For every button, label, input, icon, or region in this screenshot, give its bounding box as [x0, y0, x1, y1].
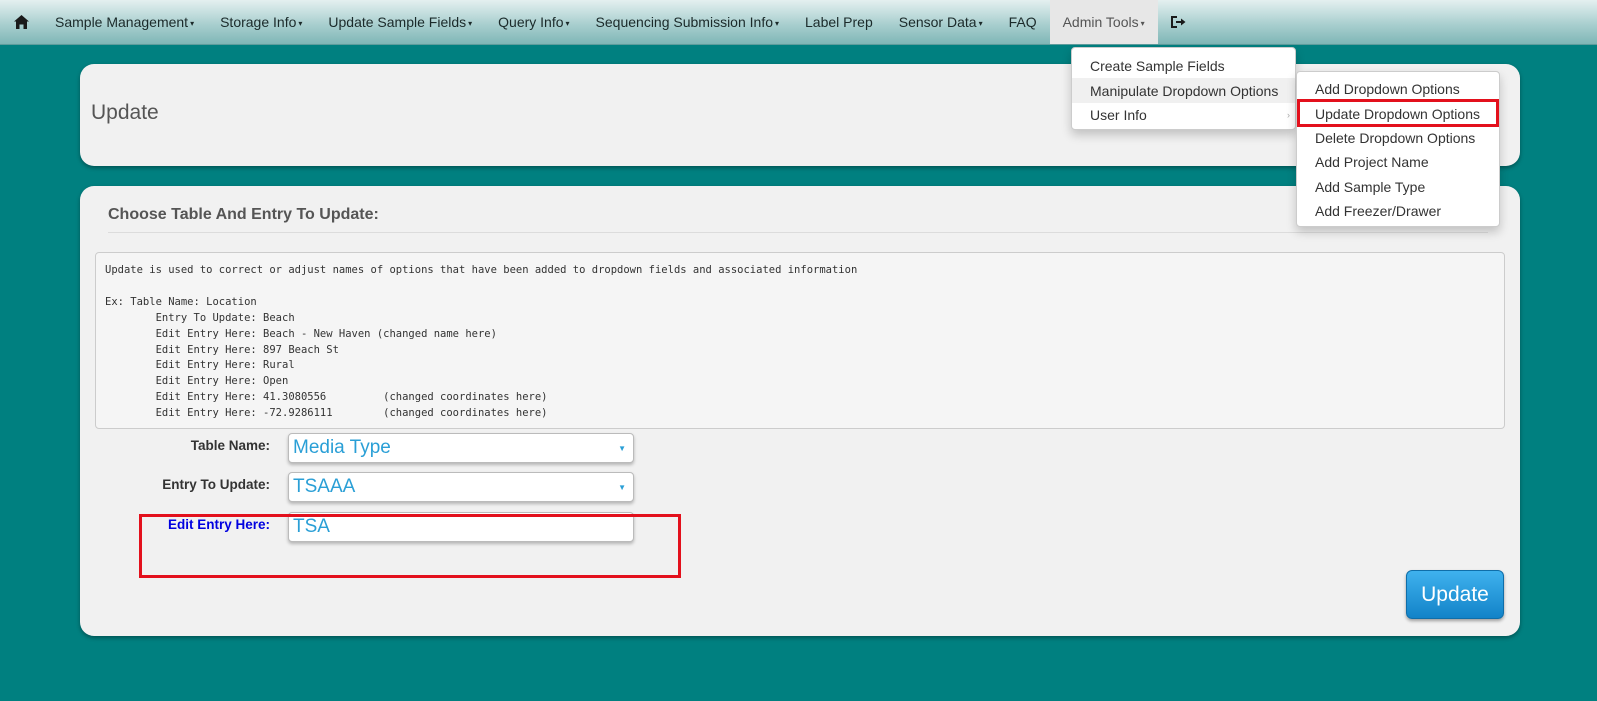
- nav-label: Sample Management: [55, 14, 189, 30]
- menu-item-label: User Info: [1090, 106, 1147, 123]
- menu-item-add-sample-type[interactable]: Add Sample Type: [1297, 175, 1499, 199]
- update-button[interactable]: Update: [1406, 570, 1504, 619]
- nav-label: Admin Tools: [1062, 14, 1139, 30]
- nav-label: Query Info: [498, 14, 564, 30]
- table-name-label: Table Name:: [190, 438, 270, 453]
- nav-sensor-data[interactable]: Sensor Data ▾: [886, 0, 996, 44]
- nav-label: Update Sample Fields: [328, 14, 467, 30]
- nav-update-sample-fields[interactable]: Update Sample Fields ▾: [315, 0, 485, 44]
- nav-sequencing-submission-info[interactable]: Sequencing Submission Info ▾: [583, 0, 792, 44]
- highlight-box-edit-entry: [139, 514, 681, 578]
- highlight-box-update-dropdown-options: [1297, 99, 1499, 127]
- home-icon[interactable]: [0, 0, 42, 44]
- admin-tools-menu: Create Sample Fields Manipulate Dropdown…: [1071, 47, 1296, 130]
- section-title: Choose Table And Entry To Update:: [108, 206, 1488, 233]
- menu-item-user-info[interactable]: User Info ›: [1072, 103, 1295, 127]
- nav-sample-management[interactable]: Sample Management ▾: [42, 0, 207, 44]
- caret-down-icon: ▾: [190, 18, 195, 28]
- select-arrow-icon: ▼: [618, 444, 626, 453]
- nav-label: Sequencing Submission Info: [595, 14, 773, 30]
- logout-icon[interactable]: [1158, 0, 1198, 44]
- page-title: Update: [91, 101, 159, 124]
- menu-item-create-sample-fields[interactable]: Create Sample Fields: [1072, 54, 1295, 78]
- menu-item-add-project-name[interactable]: Add Project Name: [1297, 150, 1499, 174]
- caret-down-icon: ▾: [298, 18, 303, 28]
- navbar: Sample Management ▾ Storage Info ▾ Update …: [0, 0, 1597, 45]
- nav-storage-info[interactable]: Storage Info ▾: [207, 0, 315, 44]
- table-name-select[interactable]: Media Type ▼: [288, 433, 634, 463]
- nav-label: Storage Info: [220, 14, 297, 30]
- caret-down-icon: ▾: [565, 18, 570, 28]
- select-arrow-icon: ▼: [618, 483, 626, 492]
- nav-admin-tools[interactable]: Admin Tools ▾: [1049, 0, 1158, 44]
- caret-down-icon: ▾: [775, 18, 780, 28]
- caret-down-icon: ▾: [468, 18, 473, 28]
- nav-query-info[interactable]: Query Info ▾: [485, 0, 582, 44]
- nav-faq[interactable]: FAQ: [996, 0, 1050, 44]
- entry-to-update-value: TSAAA: [293, 476, 356, 497]
- table-name-value: Media Type: [293, 437, 391, 458]
- menu-item-add-dropdown-options[interactable]: Add Dropdown Options: [1297, 77, 1499, 101]
- menu-item-add-freezer-drawer[interactable]: Add Freezer/Drawer: [1297, 199, 1499, 223]
- menu-item-manipulate-dropdown-options[interactable]: Manipulate Dropdown Options: [1072, 78, 1295, 103]
- nav-label: Label Prep: [805, 14, 873, 30]
- nav-label-prep[interactable]: Label Prep: [792, 0, 886, 44]
- caret-down-icon: ▾: [1140, 18, 1145, 28]
- nav-label: Sensor Data: [898, 14, 977, 30]
- caret-down-icon: ▾: [978, 18, 983, 28]
- nav-label: FAQ: [1008, 14, 1037, 30]
- menu-item-label: Manipulate Dropdown Options: [1090, 82, 1279, 99]
- entry-to-update-select[interactable]: TSAAA ▼: [288, 472, 634, 502]
- menu-item-delete-dropdown-options[interactable]: Delete Dropdown Options: [1297, 126, 1499, 150]
- entry-to-update-label: Entry To Update:: [162, 477, 270, 492]
- help-text-box: Update is used to correct or adjust name…: [95, 252, 1505, 429]
- dropdown-options-submenu: Add Dropdown Options Update Dropdown Opt…: [1296, 71, 1500, 227]
- chevron-right-icon: ›: [1287, 109, 1290, 120]
